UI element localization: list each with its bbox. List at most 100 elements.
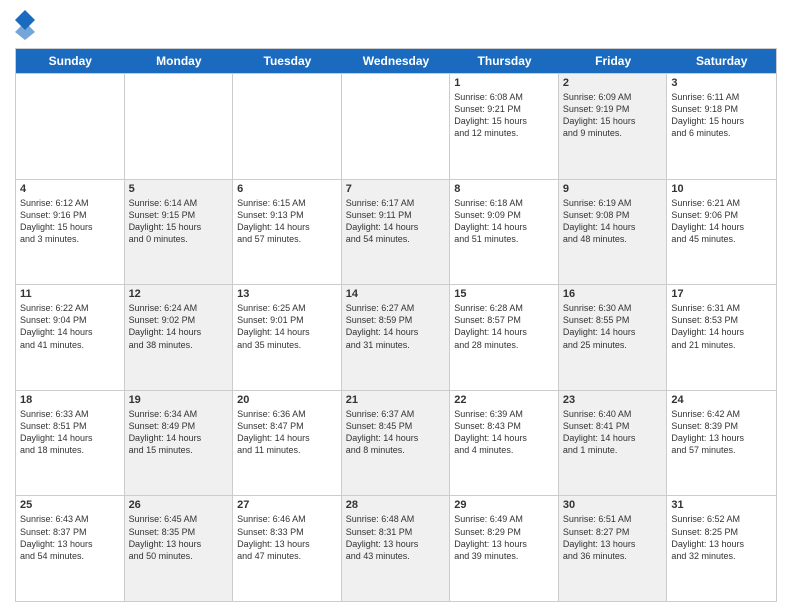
day-cell-28: 28 Sunrise: 6:48 AM Sunset: 8:31 PM Dayli… xyxy=(342,496,451,601)
day-cell-21: 21 Sunrise: 6:37 AM Sunset: 8:45 PM Dayli… xyxy=(342,391,451,496)
day-info: Sunrise: 6:22 AM Sunset: 9:04 PM Dayligh… xyxy=(20,302,120,351)
day-number: 10 xyxy=(671,183,772,195)
day-cell-29: 29Sunrise: 6:49 AM Sunset: 8:29 PM Dayli… xyxy=(450,496,559,601)
day-info: Sunrise: 6:48 AM Sunset: 8:31 PM Dayligh… xyxy=(346,513,446,562)
day-info: Sunrise: 6:42 AM Sunset: 8:39 PM Dayligh… xyxy=(671,408,772,457)
day-info: Sunrise: 6:15 AM Sunset: 9:13 PM Dayligh… xyxy=(237,197,337,246)
day-cell-22: 22Sunrise: 6:39 AM Sunset: 8:43 PM Dayli… xyxy=(450,391,559,496)
week-row-4: 18Sunrise: 6:33 AM Sunset: 8:51 PM Dayli… xyxy=(16,390,776,496)
week-row-5: 25Sunrise: 6:43 AM Sunset: 8:37 PM Dayli… xyxy=(16,495,776,601)
day-number: 15 xyxy=(454,288,554,300)
day-info: Sunrise: 6:27 AM Sunset: 8:59 PM Dayligh… xyxy=(346,302,446,351)
day-cell-31: 31Sunrise: 6:52 AM Sunset: 8:25 PM Dayli… xyxy=(667,496,776,601)
day-info: Sunrise: 6:17 AM Sunset: 9:11 PM Dayligh… xyxy=(346,197,446,246)
day-info: Sunrise: 6:33 AM Sunset: 8:51 PM Dayligh… xyxy=(20,408,120,457)
week-row-3: 11 Sunrise: 6:22 AM Sunset: 9:04 PM Dayli… xyxy=(16,284,776,390)
day-number: 3 xyxy=(671,77,772,89)
empty-cell xyxy=(233,74,342,179)
day-cell-6: 6 Sunrise: 6:15 AM Sunset: 9:13 PM Daylig… xyxy=(233,180,342,285)
day-info: Sunrise: 6:19 AM Sunset: 9:08 PM Dayligh… xyxy=(563,197,663,246)
day-info: Sunrise: 6:25 AM Sunset: 9:01 PM Dayligh… xyxy=(237,302,337,351)
day-number: 27 xyxy=(237,499,337,511)
day-info: Sunrise: 6:31 AM Sunset: 8:53 PM Dayligh… xyxy=(671,302,772,351)
header-day-thursday: Thursday xyxy=(450,49,559,73)
header-day-tuesday: Tuesday xyxy=(233,49,342,73)
day-number: 20 xyxy=(237,394,337,406)
header-day-monday: Monday xyxy=(125,49,234,73)
day-number: 13 xyxy=(237,288,337,300)
week-row-2: 4Sunrise: 6:12 AM Sunset: 9:16 PM Daylig… xyxy=(16,179,776,285)
day-number: 9 xyxy=(563,183,663,195)
day-info: Sunrise: 6:30 AM Sunset: 8:55 PM Dayligh… xyxy=(563,302,663,351)
day-cell-3: 3 Sunrise: 6:11 AM Sunset: 9:18 PM Daylig… xyxy=(667,74,776,179)
day-info: Sunrise: 6:46 AM Sunset: 8:33 PM Dayligh… xyxy=(237,513,337,562)
day-number: 14 xyxy=(346,288,446,300)
day-number: 7 xyxy=(346,183,446,195)
day-cell-20: 20 Sunrise: 6:36 AM Sunset: 8:47 PM Dayli… xyxy=(233,391,342,496)
day-number: 2 xyxy=(563,77,663,89)
day-number: 26 xyxy=(129,499,229,511)
day-cell-13: 13 Sunrise: 6:25 AM Sunset: 9:01 PM Dayli… xyxy=(233,285,342,390)
day-info: Sunrise: 6:34 AM Sunset: 8:49 PM Dayligh… xyxy=(129,408,229,457)
day-number: 29 xyxy=(454,499,554,511)
day-cell-14: 14 Sunrise: 6:27 AM Sunset: 8:59 PM Dayli… xyxy=(342,285,451,390)
empty-cell xyxy=(125,74,234,179)
logo-icon xyxy=(15,10,35,40)
day-info: Sunrise: 6:12 AM Sunset: 9:16 PM Dayligh… xyxy=(20,197,120,246)
day-number: 6 xyxy=(237,183,337,195)
day-info: Sunrise: 6:36 AM Sunset: 8:47 PM Dayligh… xyxy=(237,408,337,457)
empty-cell xyxy=(16,74,125,179)
day-info: Sunrise: 6:14 AM Sunset: 9:15 PM Dayligh… xyxy=(129,197,229,246)
header-day-saturday: Saturday xyxy=(667,49,776,73)
day-info: Sunrise: 6:18 AM Sunset: 9:09 PM Dayligh… xyxy=(454,197,554,246)
header-day-friday: Friday xyxy=(559,49,668,73)
calendar-body: 1Sunrise: 6:08 AM Sunset: 9:21 PM Daylig… xyxy=(16,73,776,601)
day-number: 21 xyxy=(346,394,446,406)
day-number: 28 xyxy=(346,499,446,511)
header-day-wednesday: Wednesday xyxy=(342,49,451,73)
header-day-sunday: Sunday xyxy=(16,49,125,73)
day-cell-26: 26 Sunrise: 6:45 AM Sunset: 8:35 PM Dayli… xyxy=(125,496,234,601)
day-info: Sunrise: 6:21 AM Sunset: 9:06 PM Dayligh… xyxy=(671,197,772,246)
day-cell-30: 30 Sunrise: 6:51 AM Sunset: 8:27 PM Dayli… xyxy=(559,496,668,601)
empty-cell xyxy=(342,74,451,179)
logo xyxy=(15,10,39,40)
day-cell-17: 17 Sunrise: 6:31 AM Sunset: 8:53 PM Dayli… xyxy=(667,285,776,390)
day-info: Sunrise: 6:08 AM Sunset: 9:21 PM Dayligh… xyxy=(454,91,554,140)
day-info: Sunrise: 6:37 AM Sunset: 8:45 PM Dayligh… xyxy=(346,408,446,457)
day-number: 23 xyxy=(563,394,663,406)
day-cell-19: 19 Sunrise: 6:34 AM Sunset: 8:49 PM Dayli… xyxy=(125,391,234,496)
day-info: Sunrise: 6:09 AM Sunset: 9:19 PM Dayligh… xyxy=(563,91,663,140)
day-info: Sunrise: 6:40 AM Sunset: 8:41 PM Dayligh… xyxy=(563,408,663,457)
day-number: 30 xyxy=(563,499,663,511)
day-info: Sunrise: 6:45 AM Sunset: 8:35 PM Dayligh… xyxy=(129,513,229,562)
day-number: 17 xyxy=(671,288,772,300)
day-number: 25 xyxy=(20,499,120,511)
day-cell-10: 10 Sunrise: 6:21 AM Sunset: 9:06 PM Dayli… xyxy=(667,180,776,285)
day-number: 12 xyxy=(129,288,229,300)
page: SundayMondayTuesdayWednesdayThursdayFrid… xyxy=(0,0,792,612)
day-cell-18: 18Sunrise: 6:33 AM Sunset: 8:51 PM Dayli… xyxy=(16,391,125,496)
day-number: 31 xyxy=(671,499,772,511)
day-number: 11 xyxy=(20,288,120,300)
day-cell-1: 1Sunrise: 6:08 AM Sunset: 9:21 PM Daylig… xyxy=(450,74,559,179)
day-cell-27: 27 Sunrise: 6:46 AM Sunset: 8:33 PM Dayli… xyxy=(233,496,342,601)
week-row-1: 1Sunrise: 6:08 AM Sunset: 9:21 PM Daylig… xyxy=(16,73,776,179)
day-cell-12: 12Sunrise: 6:24 AM Sunset: 9:02 PM Dayli… xyxy=(125,285,234,390)
day-number: 16 xyxy=(563,288,663,300)
day-number: 5 xyxy=(129,183,229,195)
day-info: Sunrise: 6:51 AM Sunset: 8:27 PM Dayligh… xyxy=(563,513,663,562)
day-info: Sunrise: 6:11 AM Sunset: 9:18 PM Dayligh… xyxy=(671,91,772,140)
calendar: SundayMondayTuesdayWednesdayThursdayFrid… xyxy=(15,48,777,602)
header xyxy=(15,10,777,40)
day-info: Sunrise: 6:39 AM Sunset: 8:43 PM Dayligh… xyxy=(454,408,554,457)
day-number: 19 xyxy=(129,394,229,406)
day-cell-2: 2 Sunrise: 6:09 AM Sunset: 9:19 PM Daylig… xyxy=(559,74,668,179)
day-cell-15: 15Sunrise: 6:28 AM Sunset: 8:57 PM Dayli… xyxy=(450,285,559,390)
day-cell-25: 25Sunrise: 6:43 AM Sunset: 8:37 PM Dayli… xyxy=(16,496,125,601)
day-cell-8: 8Sunrise: 6:18 AM Sunset: 9:09 PM Daylig… xyxy=(450,180,559,285)
day-cell-7: 7 Sunrise: 6:17 AM Sunset: 9:11 PM Daylig… xyxy=(342,180,451,285)
day-cell-24: 24Sunrise: 6:42 AM Sunset: 8:39 PM Dayli… xyxy=(667,391,776,496)
day-cell-16: 16 Sunrise: 6:30 AM Sunset: 8:55 PM Dayli… xyxy=(559,285,668,390)
day-cell-9: 9 Sunrise: 6:19 AM Sunset: 9:08 PM Daylig… xyxy=(559,180,668,285)
